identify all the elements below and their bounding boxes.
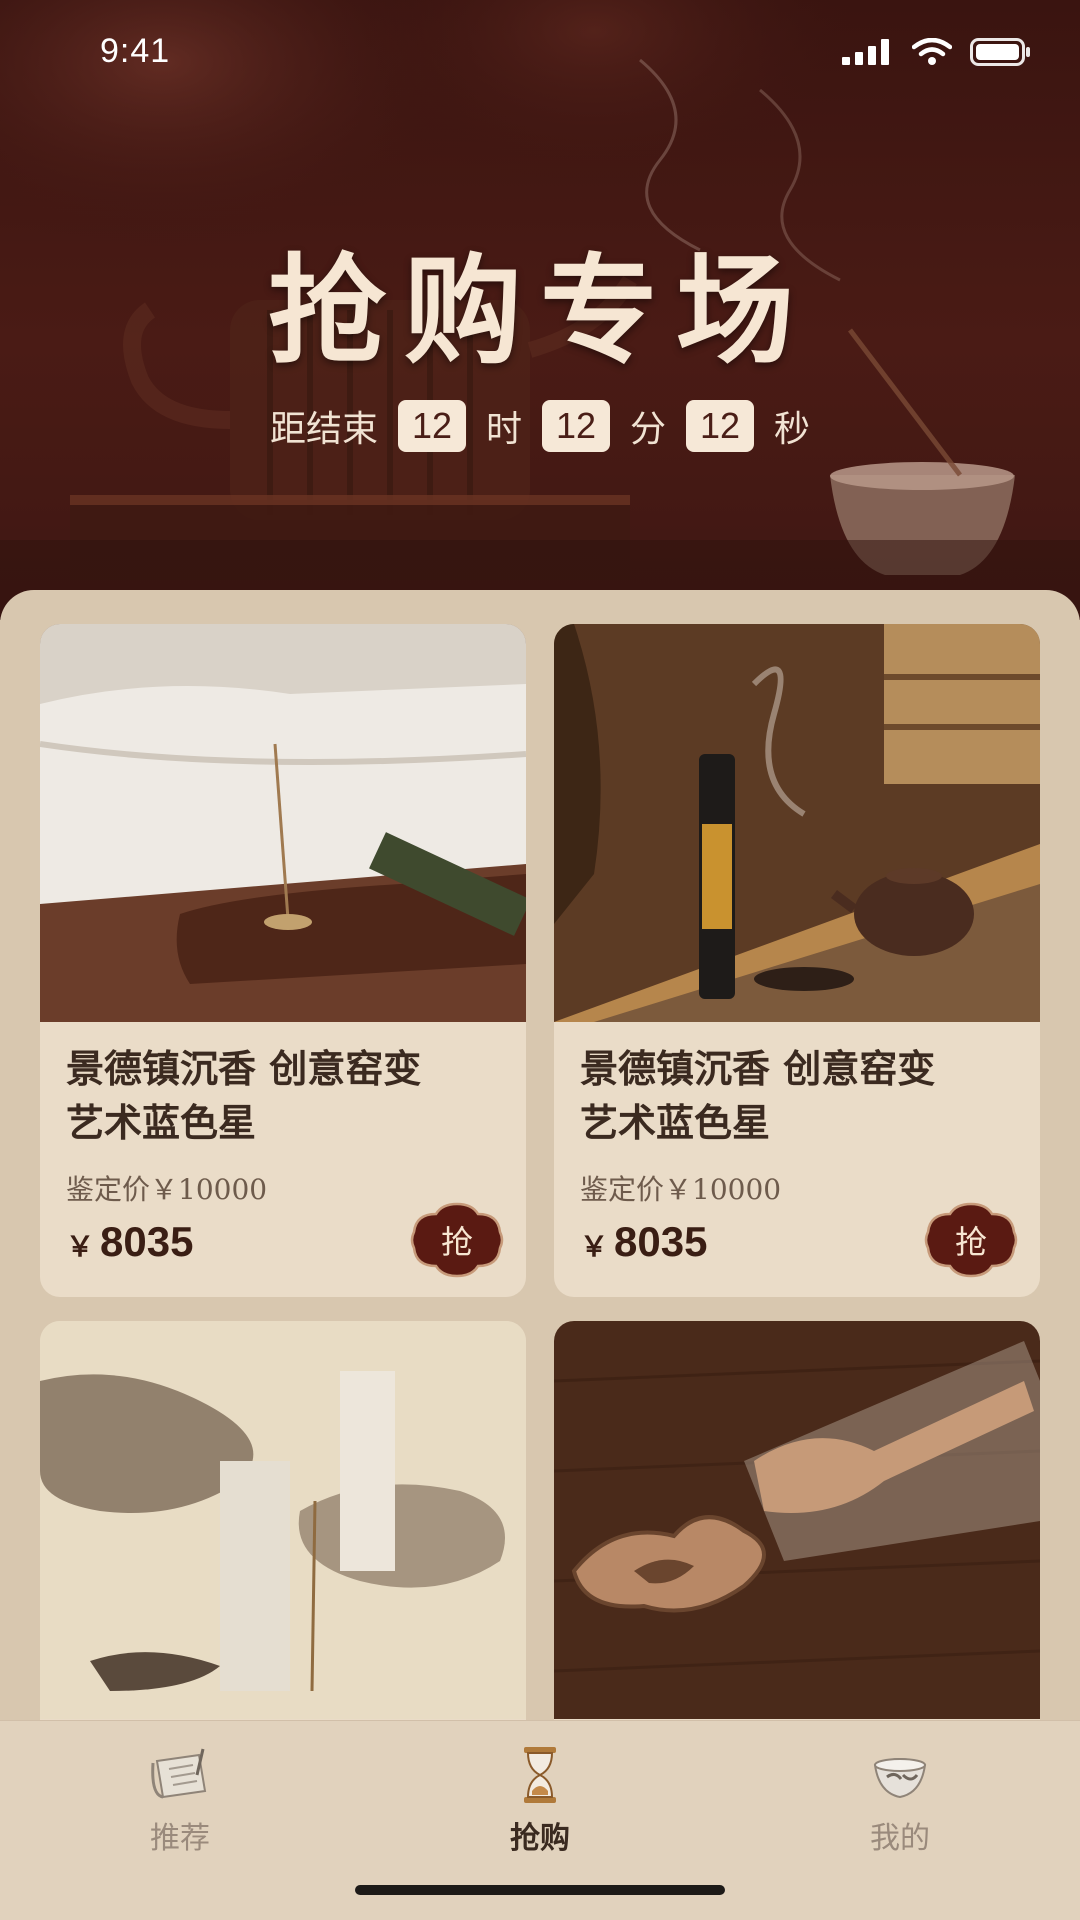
- price-value: 8035: [614, 1218, 708, 1265]
- countdown-seconds-unit: 秒: [774, 409, 811, 450]
- product-title-line2: 艺术蓝色星: [580, 1100, 771, 1145]
- product-card[interactable]: 景德镇沉香 创意窑变 艺术蓝色星 鉴定价￥10000 ￥ 8035 抢: [554, 624, 1040, 1297]
- scroll-icon: [151, 1748, 207, 1799]
- hero-banner: 9:41 抢购专场 距结束 12 时 12 分 12 秒: [0, 0, 1080, 620]
- status-icons: [842, 38, 1032, 66]
- grab-button-label: 抢: [440, 1223, 473, 1261]
- product-info: 景德镇沉香 创意窑变 艺术蓝色星 鉴定价￥10000 ￥ 8035 抢: [554, 1022, 1040, 1297]
- home-indicator[interactable]: [355, 1885, 725, 1895]
- tab-icon-wrap: [80, 1733, 280, 1803]
- tab-label: 抢购: [510, 1821, 570, 1856]
- wifi-icon: [912, 38, 952, 65]
- product-card[interactable]: 景德镇沉香 创意窑变 艺术蓝色星 鉴定价￥10000 ￥ 8035 抢: [40, 624, 526, 1297]
- teacup-icon: [873, 1758, 927, 1799]
- tab-label: 推荐: [150, 1821, 210, 1856]
- grab-button[interactable]: 抢: [410, 1202, 504, 1278]
- countdown-hours-unit: 时: [485, 409, 522, 450]
- product-title-line2: 艺术蓝色星: [66, 1100, 257, 1145]
- status-bar: 9:41: [0, 0, 1080, 110]
- product-image-incense-tea-table: [554, 624, 1040, 1022]
- currency-symbol: ￥: [66, 1231, 95, 1262]
- countdown-hours: 12: [397, 400, 466, 452]
- cellular-signal-icon: [842, 39, 889, 65]
- status-time: 9:41: [100, 32, 171, 70]
- page-title: 抢购专场: [267, 241, 812, 380]
- battery-icon: [970, 38, 1030, 66]
- countdown-minutes-unit: 分: [630, 409, 667, 450]
- tab-icon-wrap: [440, 1733, 640, 1803]
- countdown-prefix: 距结束: [269, 409, 378, 450]
- tab-recommend[interactable]: 推荐: [80, 1733, 280, 1857]
- tab-icon-wrap: [800, 1733, 1000, 1803]
- product-info: 景德镇沉香 创意窑变 艺术蓝色星 鉴定价￥10000 ￥ 8035 抢: [40, 1022, 526, 1297]
- tab-flash-sale[interactable]: 抢购: [440, 1733, 640, 1857]
- product-card[interactable]: [40, 1321, 526, 1741]
- price-value: 8035: [100, 1218, 194, 1265]
- countdown-seconds: 12: [686, 400, 755, 452]
- countdown-minutes: 12: [542, 400, 610, 452]
- product-image-cloud-incense-coils: [554, 1321, 1040, 1719]
- product-image-incense-bedroom: [40, 624, 526, 1022]
- tab-label: 我的: [870, 1821, 930, 1856]
- product-image-agarwood-box: [40, 1321, 526, 1719]
- currency-symbol: ￥: [580, 1231, 609, 1262]
- countdown-timer: 距结束 12 时 12 分 12 秒: [0, 400, 1080, 452]
- flash-sale-screen: 9:41 抢购专场 距结束 12 时 12 分 12 秒 景德镇沉香 创意窑变 …: [0, 0, 1080, 1920]
- tab-profile[interactable]: 我的: [800, 1733, 1000, 1857]
- product-title-line1: 景德镇沉香 创意窑变: [580, 1046, 936, 1091]
- grab-button[interactable]: 抢: [924, 1202, 1018, 1278]
- grab-button-label: 抢: [954, 1223, 987, 1261]
- product-title-line1: 景德镇沉香 创意窑变: [66, 1046, 422, 1091]
- hourglass-icon: [524, 1747, 556, 1803]
- product-card[interactable]: [554, 1321, 1040, 1741]
